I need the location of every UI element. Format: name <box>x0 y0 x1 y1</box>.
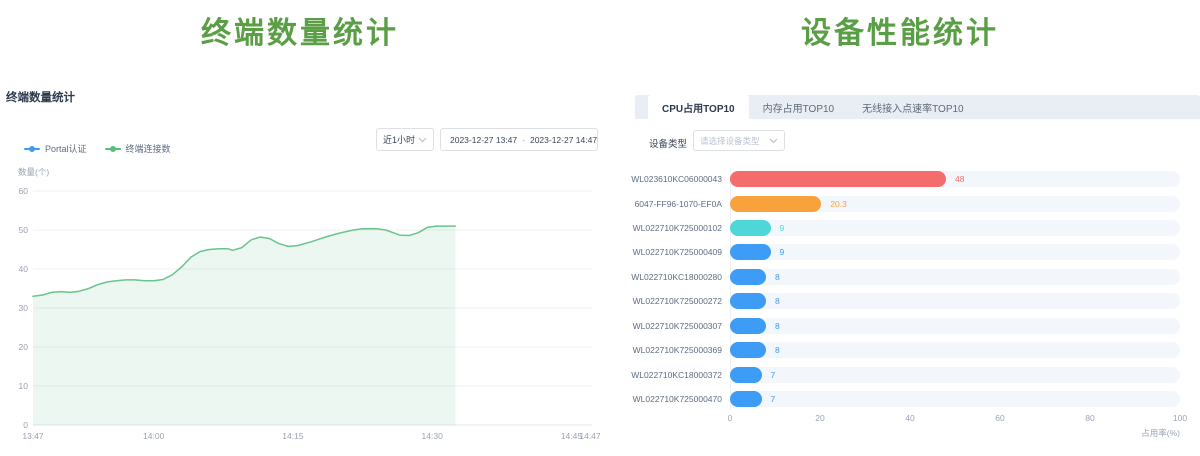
y-tick-label: 60 <box>19 186 29 196</box>
bar-fill <box>730 171 946 187</box>
x-tick-label: 14:00 <box>143 431 165 441</box>
bar-track <box>730 196 1180 212</box>
bar-value-label: 20.3 <box>830 192 847 216</box>
date-range-end: 2023-12-27 14:47 <box>530 135 597 145</box>
bar-category-label: WL022710K725000470 <box>600 387 722 411</box>
bar-track <box>730 269 1180 285</box>
bar-row: WL023610KC06000043 48 <box>600 167 1200 191</box>
x-tick-label: 14:30 <box>422 431 444 441</box>
legend-label-terminal-connections: 终端连接数 <box>126 142 171 155</box>
bar-row: WL022710K725000272 8 <box>600 289 1200 313</box>
terminal-count-panel: 终端数量统计 终端数量统计 近1小时 2023-12-27 13:47 - 20… <box>0 0 600 456</box>
bar-track <box>730 342 1180 358</box>
bar-track <box>730 244 1180 260</box>
y-tick-label: 30 <box>19 303 29 313</box>
bar-track <box>730 293 1180 309</box>
bar-value-label: 7 <box>771 387 776 411</box>
bar-category-label: WL022710K725000102 <box>600 216 722 240</box>
x-tick-label: 40 <box>905 413 914 423</box>
bar-value-label: 8 <box>775 338 780 362</box>
bar-value-label: 8 <box>775 265 780 289</box>
bar-row: 6047-FF96-1070-EF0A 20.3 <box>600 192 1200 216</box>
bar-track <box>730 318 1180 334</box>
bar-track <box>730 220 1180 236</box>
bar-fill <box>730 220 771 236</box>
bar-fill <box>730 293 766 309</box>
bar-value-label: 8 <box>775 289 780 313</box>
bar-row: WL022710K725000307 8 <box>600 314 1200 338</box>
bar-category-label: WL022710K725000369 <box>600 338 722 362</box>
bar-value-label: 7 <box>771 363 776 387</box>
y-tick-label: 10 <box>19 381 29 391</box>
bar-row: WL022710K725000369 8 <box>600 338 1200 362</box>
chevron-down-icon <box>418 137 427 143</box>
bar-row: WL022710K725000470 7 <box>600 387 1200 411</box>
bar-value-label: 9 <box>780 216 785 240</box>
y-axis-label: 数量(个) <box>18 166 49 178</box>
date-range-picker[interactable]: 2023-12-27 13:47 - 2023-12-27 14:47 <box>440 128 598 151</box>
bar-category-label: WL022710K725000307 <box>600 314 722 338</box>
line-chart-title: 终端数量统计 <box>6 89 75 105</box>
bar-value-label: 9 <box>780 240 785 264</box>
legend-marker-terminal-connections <box>105 148 121 150</box>
left-section-title: 终端数量统计 <box>0 8 600 52</box>
x-tick-label: 14:47 <box>579 431 600 441</box>
date-range-start: 2023-12-27 13:47 <box>450 135 517 145</box>
x-tick-label: 60 <box>995 413 1004 423</box>
time-range-value: 近1小时 <box>383 133 415 146</box>
chart-legend: Portal认证 终端连接数 <box>24 142 171 155</box>
bar-category-label: WL022710K725000409 <box>600 240 722 264</box>
device-performance-panel: 设备性能统计 CPU占用TOP10 内存占用TOP10 无线接入点速率TOP10… <box>600 0 1200 456</box>
bar-fill <box>730 342 766 358</box>
y-tick-label: 50 <box>19 225 29 235</box>
bar-fill <box>730 318 766 334</box>
x-tick-label: 20 <box>815 413 824 423</box>
bar-category-label: WL023610KC06000043 <box>600 167 722 191</box>
bar-fill <box>730 196 821 212</box>
bar-row: WL022710KC18000372 7 <box>600 363 1200 387</box>
bar-row: WL022710KC18000280 8 <box>600 265 1200 289</box>
bar-track <box>730 367 1180 383</box>
bar-chart: WL023610KC06000043 48 6047-FF96-1070-EF0A 2… <box>600 0 1200 456</box>
line-chart: 010203040506013:4714:0014:1514:3014:4514… <box>0 180 600 456</box>
y-tick-label: 40 <box>19 264 29 274</box>
legend-item-portal-auth[interactable]: Portal认证 <box>24 142 87 155</box>
x-tick-label: 13:47 <box>22 431 44 441</box>
bar-fill <box>730 391 762 407</box>
bar-category-label: WL022710KC18000280 <box>600 265 722 289</box>
time-range-select[interactable]: 近1小时 <box>376 128 434 151</box>
bar-track <box>730 391 1180 407</box>
x-tick-label: 0 <box>728 413 733 423</box>
date-range-separator: - <box>521 135 526 145</box>
bar-value-label: 48 <box>955 167 964 191</box>
x-tick-label: 14:15 <box>282 431 304 441</box>
bar-fill <box>730 244 771 260</box>
legend-item-terminal-connections[interactable]: 终端连接数 <box>105 142 171 155</box>
dashboard: 终端数量统计 终端数量统计 近1小时 2023-12-27 13:47 - 20… <box>0 0 1200 456</box>
legend-label-portal-auth: Portal认证 <box>45 142 87 155</box>
bar-category-label: 6047-FF96-1070-EF0A <box>600 192 722 216</box>
bar-row: WL022710K725000409 9 <box>600 240 1200 264</box>
bar-row: WL022710K725000102 9 <box>600 216 1200 240</box>
bar-fill <box>730 367 762 383</box>
x-axis-label: 占用率(%) <box>730 427 1180 439</box>
legend-marker-portal-auth <box>24 148 40 150</box>
series-area <box>33 226 455 425</box>
y-tick-label: 0 <box>23 420 28 430</box>
y-tick-label: 20 <box>19 342 29 352</box>
x-tick-label: 100 <box>1173 413 1187 423</box>
bar-fill <box>730 269 766 285</box>
bar-category-label: WL022710KC18000372 <box>600 363 722 387</box>
bar-value-label: 8 <box>775 314 780 338</box>
bar-category-label: WL022710K725000272 <box>600 289 722 313</box>
x-tick-label: 80 <box>1085 413 1094 423</box>
